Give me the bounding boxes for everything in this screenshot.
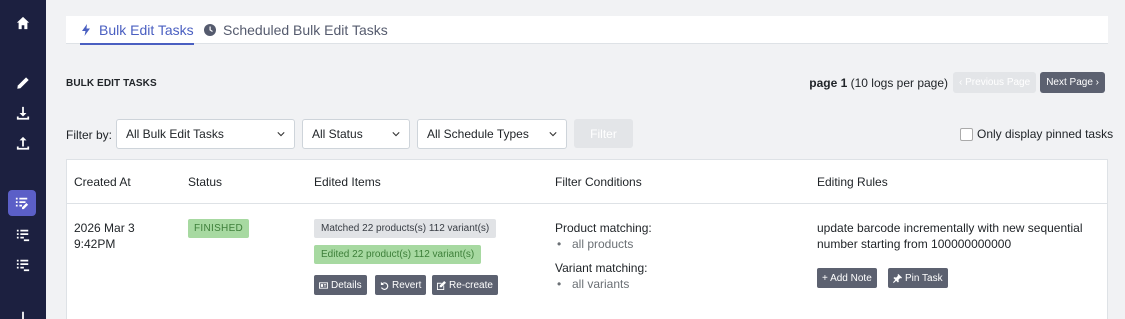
schedule-type-value: All Schedule Types [427, 127, 529, 141]
clock-icon [204, 24, 216, 36]
tab-scheduled-bulk-edit-tasks[interactable]: Scheduled Bulk Edit Tasks [204, 16, 388, 44]
table-header: Created At Status Edited Items Filter Co… [67, 160, 1107, 204]
checkbox-box[interactable] [960, 127, 973, 141]
header-created-at: Created At [74, 175, 131, 189]
recreate-button[interactable]: Re-create [432, 275, 498, 295]
filter-button[interactable]: Filter [574, 119, 633, 148]
editing-rule-line-1: update barcode incrementally with new se… [817, 221, 1083, 235]
bulk-edit-tasks-icon[interactable] [8, 190, 36, 216]
edit-icon [437, 280, 446, 290]
section-title: BULK EDIT TASKS [66, 78, 157, 89]
list-check-icon[interactable] [0, 224, 46, 246]
revert-label: Revert [392, 279, 422, 291]
next-page-button[interactable]: Next Page › [1040, 72, 1105, 93]
pin-icon [893, 273, 902, 283]
per-page-info: (10 logs per page) [850, 75, 949, 90]
undo-icon [380, 281, 389, 290]
tab-label: Bulk Edit Tasks [99, 22, 194, 38]
pencil-icon[interactable] [0, 72, 46, 94]
pin-task-label: Pin Task [905, 272, 943, 284]
product-matching-value: all products [557, 237, 633, 251]
pin-task-button[interactable]: Pin Task [888, 268, 948, 288]
page-number: page 1 [809, 75, 848, 90]
revert-button[interactable]: Revert [375, 275, 427, 295]
edited-count-chip: Edited 22 product(s) 112 variant(s) [314, 245, 482, 264]
status-badge: FINISHED [188, 219, 250, 238]
details-label: Details [331, 279, 362, 291]
upload-icon[interactable] [0, 132, 46, 154]
list-download-icon[interactable] [0, 254, 46, 276]
status-value: All Status [312, 127, 363, 141]
header-filter-conditions: Filter Conditions [555, 175, 642, 189]
matched-count-chip: Matched 22 products(s) 112 variant(s) [314, 219, 497, 238]
variant-matching-label: Variant matching: [555, 261, 648, 275]
task-type-value: All Bulk Edit Tasks [126, 127, 224, 141]
tasks-table: Created At Status Edited Items Filter Co… [66, 159, 1108, 319]
page-info: page 1 (10 logs per page) [809, 76, 948, 90]
bolt-icon [82, 24, 90, 36]
sidebar [0, 0, 46, 319]
header-edited-items: Edited Items [314, 175, 381, 189]
header-status: Status [188, 175, 223, 189]
id-card-icon [319, 281, 328, 289]
tab-bulk-edit-tasks[interactable]: Bulk Edit Tasks [80, 16, 194, 45]
filter-label: Filter by: [66, 128, 113, 142]
product-matching-label: Product matching: [555, 221, 652, 235]
pinned-only-checkbox[interactable]: Only display pinned tasks [960, 127, 1113, 141]
editing-rule-line-2: number starting from 100000000000 [817, 237, 1012, 251]
created-time: 9:42PM [74, 237, 116, 251]
chevron-down-icon [549, 132, 557, 137]
tab-label: Scheduled Bulk Edit Tasks [223, 22, 388, 38]
task-type-select[interactable]: All Bulk Edit Tasks [116, 119, 295, 149]
chevron-down-icon [392, 132, 400, 137]
more-icon[interactable] [0, 306, 46, 319]
details-button[interactable]: Details [314, 275, 367, 295]
home-icon[interactable] [0, 12, 46, 34]
pinned-only-label: Only display pinned tasks [977, 127, 1114, 141]
task-tabs: Bulk Edit Tasks Scheduled Bulk Edit Task… [66, 16, 1108, 45]
pagination: page 1 (10 logs per page) ‹ Previous Pag… [809, 72, 1105, 93]
recreate-label: Re-create [449, 279, 493, 291]
status-select[interactable]: All Status [302, 119, 410, 149]
chevron-down-icon [277, 132, 285, 137]
previous-page-button[interactable]: ‹ Previous Page [953, 72, 1037, 93]
header-editing-rules: Editing Rules [817, 175, 888, 189]
schedule-type-select[interactable]: All Schedule Types [417, 119, 567, 149]
variant-matching-value: all variants [557, 277, 629, 291]
download-icon[interactable] [0, 102, 46, 124]
add-note-button[interactable]: + Add Note [817, 268, 877, 288]
created-date: 2026 Mar 3 [74, 221, 135, 235]
